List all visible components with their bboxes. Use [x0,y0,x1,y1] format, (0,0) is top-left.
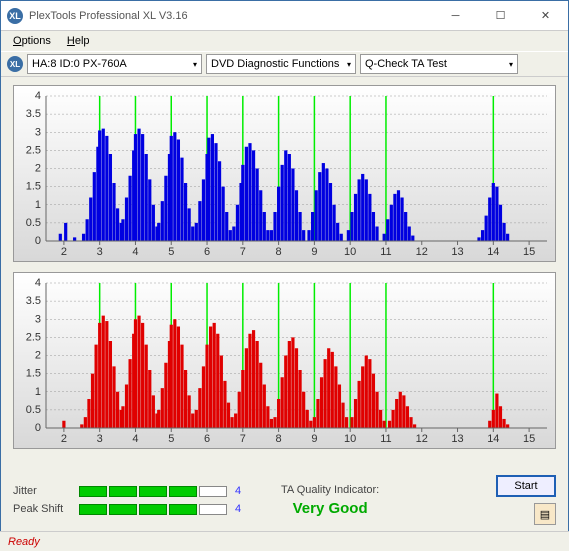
svg-text:4: 4 [35,277,41,289]
menubar: Options Help [1,31,568,51]
test-dropdown-text: Q-Check TA Test [365,58,505,70]
svg-text:3.5: 3.5 [26,108,41,120]
svg-text:2: 2 [35,163,41,175]
titlebar: XL PlexTools Professional XL V3.16 ─ ☐ ✕ [1,1,568,31]
svg-text:12: 12 [416,433,428,445]
jitter-label: Jitter [13,485,71,497]
svg-text:12: 12 [416,246,428,258]
chart-bottom: 0 0.5 1 1.5 2 2.5 3 3.5 4 2 3 4 5 6 7 8 9 10 11 12 13 14 15 [13,272,556,449]
drive-icon: XL [7,56,23,72]
svg-text:11: 11 [380,433,391,445]
content-area: 00.511.522.533.5423456789101112131415 00… [1,77,568,467]
svg-text:10: 10 [344,433,356,445]
bar-segment [139,486,167,497]
svg-text:3: 3 [35,313,41,325]
start-button[interactable]: Start [496,475,556,497]
bar-segment [109,486,137,497]
svg-text:1: 1 [35,386,41,398]
bar-segment [169,504,197,515]
device-dropdown[interactable]: HA:8 ID:0 PX-760A ▾ [27,54,202,74]
menu-options[interactable]: Options [7,33,57,49]
close-button[interactable]: ✕ [523,1,568,30]
bar-segment [79,486,107,497]
svg-text:3: 3 [97,246,103,258]
window-title: PlexTools Professional XL V3.16 [29,10,433,22]
svg-text:5: 5 [168,433,174,445]
svg-text:4: 4 [132,433,138,445]
svg-text:6: 6 [204,433,210,445]
test-dropdown[interactable]: Q-Check TA Test ▾ [360,54,518,74]
svg-text:14: 14 [487,246,499,258]
maximize-button[interactable]: ☐ [478,1,523,30]
bar-segment [199,486,227,497]
svg-text:3.5: 3.5 [26,295,41,307]
export-button[interactable]: ▤ [534,503,556,525]
svg-text:2: 2 [35,350,41,362]
svg-text:6: 6 [204,246,210,258]
document-icon: ▤ [540,508,550,521]
minimize-button[interactable]: ─ [433,1,478,30]
svg-text:4: 4 [35,90,41,102]
function-dropdown-text: DVD Diagnostic Functions [211,58,343,70]
peakshift-value: 4 [235,503,247,515]
jitter-value: 4 [235,485,247,497]
svg-text:7: 7 [240,246,246,258]
ta-quality-value: Very Good [281,500,379,517]
svg-text:7: 7 [240,433,246,445]
svg-text:2.5: 2.5 [26,331,41,343]
svg-text:5: 5 [168,246,174,258]
svg-text:1: 1 [35,199,41,211]
jitter-metric: Jitter 4 [13,485,247,497]
bar-segment [199,504,227,515]
app-icon: XL [7,8,23,24]
menu-help[interactable]: Help [61,33,96,49]
device-dropdown-text: HA:8 ID:0 PX-760A [32,58,189,70]
chevron-down-icon: ▾ [193,60,197,69]
svg-text:4: 4 [132,246,138,258]
svg-text:0: 0 [35,422,41,434]
svg-text:2.5: 2.5 [26,144,41,156]
bar-segment [109,504,137,515]
svg-text:9: 9 [311,433,317,445]
peakshift-metric: Peak Shift 4 [13,503,247,515]
svg-text:13: 13 [451,433,463,445]
svg-text:1.5: 1.5 [26,181,41,193]
svg-text:0: 0 [35,235,41,247]
chart-top: 0 0.5 1 1.5 2 2.5 3 3.5 4 2 3 4 5 6 7 8 9 10 11 12 13 14 15 [13,85,556,262]
svg-text:0.5: 0.5 [26,404,41,416]
svg-text:3: 3 [97,433,103,445]
svg-text:8: 8 [276,246,282,258]
svg-text:3: 3 [35,126,41,138]
svg-text:0.5: 0.5 [26,217,41,229]
chevron-down-icon: ▾ [509,60,513,69]
svg-text:10: 10 [344,246,356,258]
toolbar: XL HA:8 ID:0 PX-760A ▾ DVD Diagnostic Fu… [1,51,568,77]
svg-text:2: 2 [61,433,67,445]
svg-text:13: 13 [451,246,463,258]
chevron-down-icon: ▾ [347,60,351,69]
status-text: Ready [8,536,40,548]
bar-segment [139,504,167,515]
svg-text:1.5: 1.5 [26,368,41,380]
function-dropdown[interactable]: DVD Diagnostic Functions ▾ [206,54,356,74]
ta-quality-label: TA Quality Indicator: [281,484,379,496]
peakshift-bars [79,504,227,515]
svg-text:2: 2 [61,246,67,258]
ta-quality-block: TA Quality Indicator: Very Good [281,484,379,517]
statusbar: Ready [0,531,569,551]
svg-text:15: 15 [523,433,535,445]
svg-text:8: 8 [276,433,282,445]
svg-text:15: 15 [523,246,535,258]
bar-segment [169,486,197,497]
bottom-panel: Jitter 4 Peak Shift 4 TA Quality Indicat… [1,467,568,533]
svg-text:14: 14 [487,433,499,445]
bar-segment [79,504,107,515]
svg-text:9: 9 [311,246,317,258]
svg-text:11: 11 [380,246,391,258]
jitter-bars [79,486,227,497]
peakshift-label: Peak Shift [13,503,71,515]
